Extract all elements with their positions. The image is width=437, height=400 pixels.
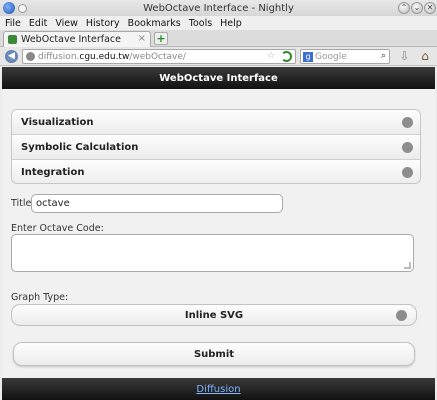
reload-icon[interactable]: [281, 51, 292, 62]
app-icon[interactable]: [3, 2, 15, 14]
accordion: Visualization Symbolic Calculation Integ…: [11, 109, 421, 184]
url-host: cgu.edu.tw: [79, 51, 130, 62]
title-input[interactable]: [31, 194, 283, 213]
accordion-item-integration[interactable]: Integration: [12, 160, 420, 183]
footer-link-diffusion[interactable]: Diffusion: [196, 384, 240, 395]
resize-handle-icon[interactable]: [404, 262, 411, 269]
close-window-icon[interactable]: ✕: [424, 2, 436, 14]
tab-strip: WebOctave Interface × +: [0, 30, 437, 47]
submit-button[interactable]: Submit: [13, 342, 415, 366]
search-bar[interactable]: g Google ⌕: [300, 49, 390, 64]
menu-view[interactable]: View: [55, 18, 78, 29]
search-icon[interactable]: ⌕: [381, 51, 386, 61]
expand-icon: [402, 142, 413, 153]
window-titlebar: WebOctave Interface - Nightly ⌃ ⌄ ✕: [0, 0, 437, 16]
tab-webOctave[interactable]: WebOctave Interface ×: [3, 31, 151, 47]
menu-help[interactable]: Help: [220, 18, 242, 29]
accordion-item-symbolic-calculation[interactable]: Symbolic Calculation: [12, 135, 420, 160]
graph-type-value: Inline SVG: [184, 309, 244, 321]
accordion-label: Integration: [21, 167, 85, 178]
accordion-label: Visualization: [21, 116, 94, 128]
back-arrow-icon[interactable]: ◀: [5, 50, 18, 63]
search-engine-icon[interactable]: g: [303, 51, 313, 62]
expand-icon: [402, 117, 413, 128]
pin-icon[interactable]: [18, 4, 27, 13]
home-icon[interactable]: ⌂: [418, 49, 432, 64]
menu-tools[interactable]: Tools: [189, 18, 212, 29]
bookmark-star-icon[interactable]: ☆: [267, 51, 275, 61]
menu-bookmarks[interactable]: Bookmarks: [128, 18, 181, 29]
dropdown-icon: [396, 310, 407, 321]
page-footer: Diffusion: [2, 378, 435, 400]
menu-edit[interactable]: Edit: [29, 18, 47, 29]
url-prefix: diffusion.: [38, 51, 80, 62]
url-suffix: /webOctave/: [129, 51, 186, 62]
octave-code-textarea[interactable]: [11, 234, 414, 272]
close-tab-icon[interactable]: ×: [138, 33, 146, 44]
search-placeholder: Google: [315, 51, 347, 62]
tab-label: WebOctave Interface: [21, 34, 121, 45]
graph-type-label: Graph Type:: [11, 292, 69, 303]
download-icon[interactable]: ⇩: [398, 49, 411, 64]
site-identity-icon[interactable]: [26, 52, 35, 61]
maximize-icon[interactable]: ⌄: [411, 2, 423, 14]
web-page: WebOctave Interface Visualization Symbol…: [2, 67, 435, 400]
accordion-label: Symbolic Calculation: [21, 141, 139, 153]
menu-file[interactable]: File: [5, 18, 21, 29]
window-title: WebOctave Interface - Nightly: [143, 2, 294, 14]
menu-bar: File Edit View History Bookmarks Tools H…: [0, 16, 437, 30]
menu-history[interactable]: History: [86, 18, 120, 29]
expand-icon: [402, 167, 413, 178]
favicon-icon: [8, 35, 17, 44]
accordion-item-visualization[interactable]: Visualization: [12, 110, 420, 135]
navigation-bar: ◀ diffusion. cgu.edu.tw/webOctave/ ☆ g Go…: [0, 47, 437, 66]
page-header: WebOctave Interface: [2, 67, 435, 89]
code-label: Enter Octave Code:: [11, 223, 104, 234]
graph-type-select[interactable]: Inline SVG: [11, 304, 417, 326]
url-bar[interactable]: diffusion. cgu.edu.tw/webOctave/ ☆: [22, 49, 296, 64]
new-tab-button[interactable]: +: [154, 32, 168, 45]
minimize-icon[interactable]: ⌃: [398, 2, 410, 14]
